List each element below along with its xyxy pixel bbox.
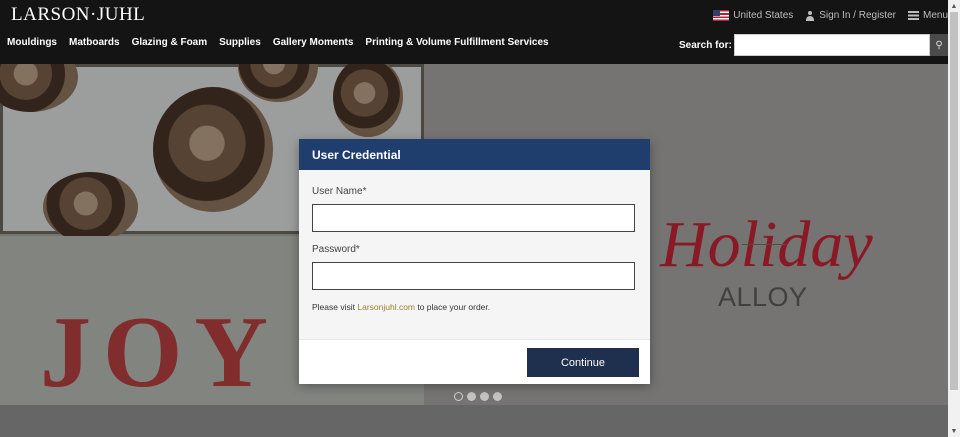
menu-button[interactable]: Menu	[907, 10, 948, 21]
larson-juhl-logo[interactable]: LARSON·JUHL	[11, 4, 145, 26]
password-label: Password*	[312, 244, 360, 255]
nav-item-matboards[interactable]: Matboards	[69, 37, 120, 48]
continue-button[interactable]: Continue	[527, 348, 639, 377]
dialog-footer: Continue	[299, 339, 650, 384]
scroll-down-arrow-icon[interactable]: ▼	[948, 425, 960, 437]
country-label: United States	[733, 10, 794, 21]
search-label: Search for:	[679, 40, 732, 51]
main-nav: Mouldings Matboards Glazing & Foam Suppl…	[7, 37, 549, 48]
nav-item-glazing-foam[interactable]: Glazing & Foam	[132, 37, 208, 48]
larsonjuhl-link[interactable]: Larsonjuhl.com	[357, 302, 415, 312]
country-selector[interactable]: United States	[713, 10, 793, 21]
search-input[interactable]	[734, 34, 930, 56]
nav-item-supplies[interactable]: Supplies	[219, 37, 261, 48]
nav-item-gallery-moments[interactable]: Gallery Moments	[273, 37, 354, 48]
user-credential-dialog: User Credential User Name* Password* Ple…	[299, 139, 650, 384]
username-input[interactable]	[312, 204, 635, 232]
nav-item-mouldings[interactable]: Mouldings	[7, 37, 57, 48]
utility-links: United States Sign In / Register Menu	[713, 10, 948, 21]
menu-label: Menu	[922, 10, 948, 21]
hamburger-menu-icon	[907, 11, 919, 20]
note-prefix: Please visit	[312, 302, 358, 312]
password-input[interactable]	[312, 262, 635, 290]
vertical-scrollbar[interactable]: ▲ ▼	[948, 0, 960, 437]
search-icon: ⚲	[935, 39, 943, 51]
username-label: User Name*	[312, 186, 367, 197]
signin-link[interactable]: Sign In / Register	[805, 10, 896, 21]
dialog-title: User Credential	[299, 139, 650, 170]
us-flag-icon	[713, 10, 730, 21]
scrollbar-thumb[interactable]	[950, 12, 958, 390]
signin-label: Sign In / Register	[819, 10, 896, 21]
nav-item-printing-services[interactable]: Printing & Volume Fulfillment Services	[365, 37, 548, 48]
user-icon	[805, 10, 815, 21]
note-suffix: to place your order.	[415, 302, 491, 312]
dialog-body: User Name* Password* Please visit Larson…	[299, 170, 650, 339]
order-note: Please visit Larsonjuhl.com to place you…	[312, 302, 490, 312]
search-button[interactable]: ⚲	[930, 34, 948, 56]
scroll-up-arrow-icon[interactable]: ▲	[948, 0, 960, 12]
site-header: LARSON·JUHL United States Sign In / Regi…	[0, 0, 948, 64]
